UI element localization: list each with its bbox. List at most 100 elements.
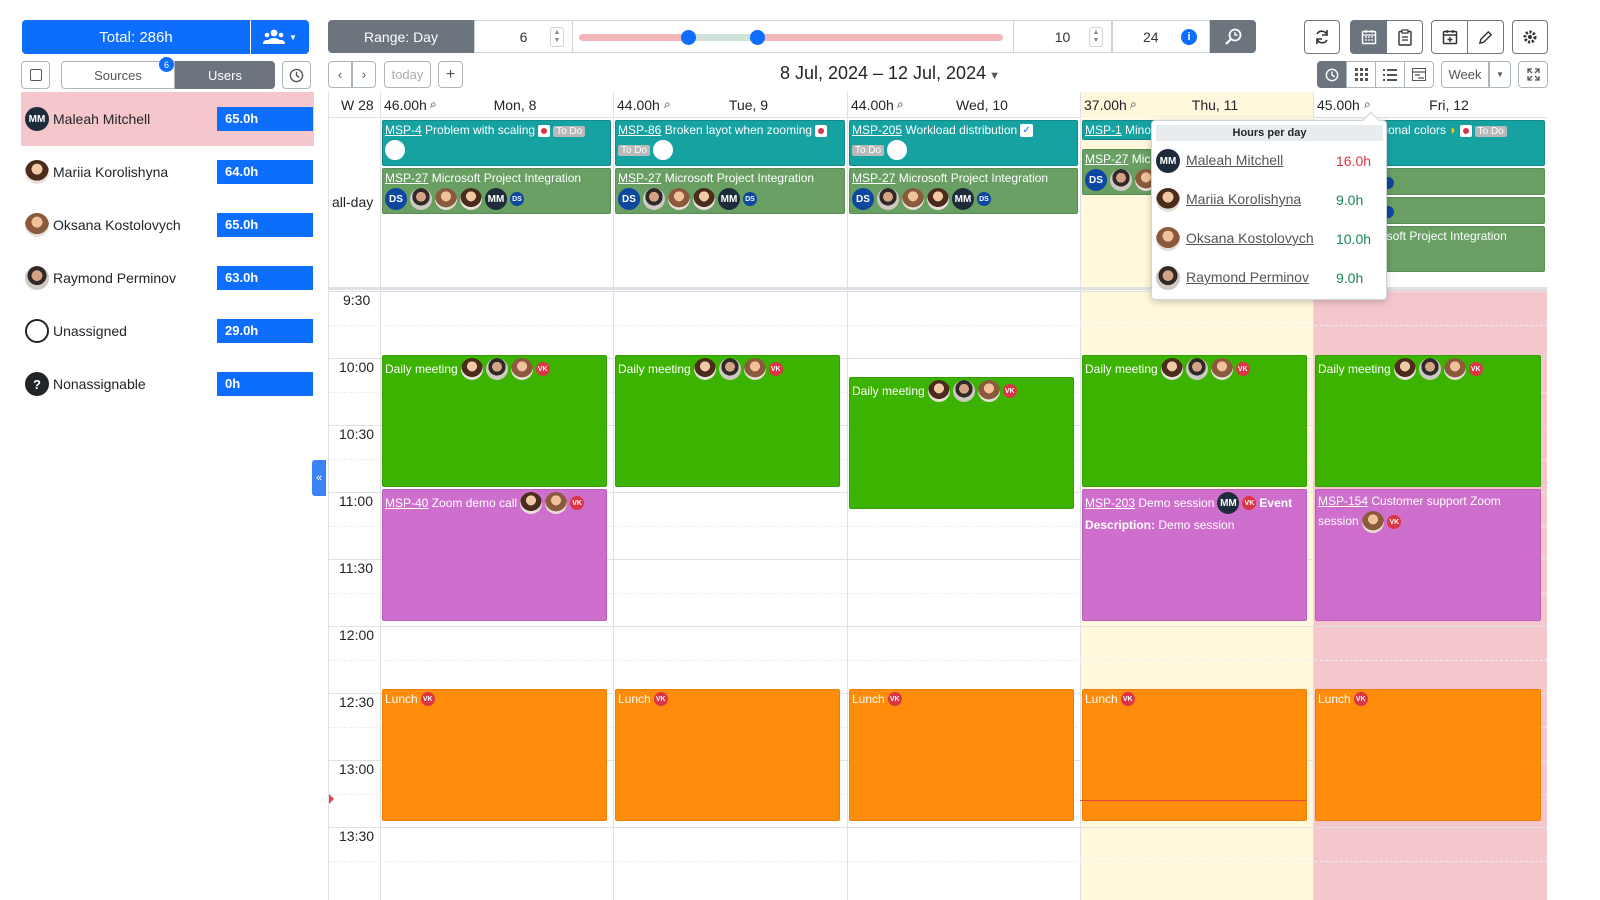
avatar <box>693 188 715 210</box>
issue-key[interactable]: MSP-203 <box>1085 496 1135 510</box>
day-header[interactable]: 44.00h Wed, 10 <box>847 92 1080 118</box>
settings-button[interactable] <box>1512 20 1548 54</box>
workload-button[interactable] <box>1210 20 1256 53</box>
user-link[interactable]: Mariia Korolishyna <box>1186 191 1301 207</box>
period-dropdown[interactable]: ▼ <box>1489 61 1511 88</box>
calendar-event[interactable]: Daily meeting VK <box>382 355 607 487</box>
issue-key[interactable]: MSP-154 <box>1318 494 1368 508</box>
edit-button[interactable] <box>1467 20 1504 54</box>
range-start-stepper[interactable]: 6 ▲ ▼ <box>474 20 573 53</box>
issue-key[interactable]: MSP-27 <box>1085 152 1128 166</box>
workload-icon[interactable]: ⌕ <box>664 97 671 112</box>
user-row[interactable]: Raymond Perminov 63.0h <box>21 251 314 305</box>
gantt-icon <box>1412 68 1426 81</box>
user-row[interactable]: Mariia Korolishyna 64.0h <box>21 145 314 199</box>
next-button[interactable]: › <box>352 61 376 88</box>
range-select[interactable]: Range: Day <box>328 20 474 53</box>
today-button[interactable]: today <box>384 61 431 88</box>
hours-range-slider[interactable] <box>573 20 1013 53</box>
calendar-event[interactable]: MSP-154 Customer support Zoom session VK <box>1315 489 1541 621</box>
avatar: VK <box>1387 515 1402 529</box>
tab-users[interactable]: Users <box>175 61 275 89</box>
calendar-event[interactable]: Daily meeting VK <box>1082 355 1307 487</box>
calendar-event[interactable]: Lunch VK <box>1315 689 1541 821</box>
calendar-view-button[interactable] <box>1350 20 1387 54</box>
issue-key[interactable]: MSP-4 <box>385 123 422 137</box>
day-header[interactable]: 46.00h Mon, 8 <box>380 92 613 118</box>
hours-value: 9.0h <box>1336 270 1364 286</box>
title-text: 8 Jul, 2024 – 12 Jul, 2024 <box>779 63 987 83</box>
total-hours-button[interactable]: Total: 286h <box>22 20 250 54</box>
question-icon: ? <box>25 372 49 396</box>
issue-key[interactable]: MSP-205 <box>852 123 902 137</box>
clipboard-view-button[interactable] <box>1386 20 1423 54</box>
range-low-stepper[interactable]: 10 ▲ ▼ <box>1013 20 1112 53</box>
user-row[interactable]: MM Maleah Mitchell 65.0h <box>21 92 314 146</box>
calendar-event[interactable]: Daily meeting VK <box>849 377 1074 509</box>
collapse-panel-button[interactable]: « <box>312 460 326 496</box>
history-button[interactable] <box>282 61 311 89</box>
group-users-dropdown[interactable]: ▼ <box>251 20 309 54</box>
calendar-event[interactable]: Daily meeting VK <box>615 355 840 487</box>
allday-event[interactable]: MSP-27 Microsoft Project Integration DS … <box>849 168 1078 214</box>
calendar-event[interactable]: MSP-203 Demo session MM VK Event Descrip… <box>1082 489 1307 621</box>
user-row[interactable]: Oksana Kostolovych 65.0h <box>21 198 314 252</box>
date-range-title[interactable]: 8 Jul, 2024 – 12 Jul, 2024 ▼ <box>760 63 1020 84</box>
issue-key[interactable]: MSP-1 <box>1085 123 1122 137</box>
allday-event[interactable]: MSP-27 Microsoft Project Integration DS … <box>382 168 611 214</box>
calendar-event[interactable]: Lunch VK <box>382 689 607 821</box>
allday-event[interactable]: MSP-86 Broken layot when zooming To Do <box>615 120 845 166</box>
slider-handle-high[interactable] <box>750 30 765 45</box>
calendar-event[interactable]: MSP-40 Zoom demo call VK <box>382 489 607 621</box>
calendar-event[interactable]: Lunch VK <box>849 689 1074 821</box>
fullscreen-button[interactable] <box>1518 61 1548 88</box>
spinner-icon[interactable]: ▲ ▼ <box>550 27 564 47</box>
user-row[interactable]: Unassigned 29.0h <box>21 304 314 358</box>
issue-key[interactable]: MSP-27 <box>852 171 895 185</box>
allday-event[interactable]: MSP-27 Microsoft Project Integration DS … <box>615 168 845 214</box>
slider-handle-low[interactable] <box>681 30 696 45</box>
user-row[interactable]: ? Nonassignable 0h <box>21 357 314 411</box>
add-event-button[interactable] <box>1431 20 1468 54</box>
gantt-view-button[interactable] <box>1404 61 1434 88</box>
calendar-event[interactable]: Lunch VK <box>1082 689 1307 821</box>
user-link[interactable]: Oksana Kostolovych <box>1186 230 1314 246</box>
grid-view-button[interactable] <box>1346 61 1376 88</box>
issue-key[interactable]: MSP-27 <box>385 171 428 185</box>
calendar-event[interactable]: Daily meeting VK <box>1315 355 1541 487</box>
rainbow-icon: ◗ <box>1446 123 1457 137</box>
avatar <box>485 358 508 380</box>
allday-event[interactable]: MSP-4 Problem with scaling To Do <box>382 120 611 166</box>
range-high-field[interactable]: 24 i <box>1112 20 1210 53</box>
timeline-view-button[interactable] <box>1317 61 1347 88</box>
avatar <box>927 188 949 210</box>
workload-icon[interactable]: ⌕ <box>430 97 437 112</box>
avatar <box>693 358 716 380</box>
description-text: Demo session <box>1155 518 1235 532</box>
issue-key[interactable]: MSP-86 <box>618 123 661 137</box>
workload-icon[interactable]: ⌕ <box>1364 97 1371 112</box>
event-title: tional colors <box>1382 123 1447 137</box>
allday-event[interactable]: MSP-205 Workload distribution ✓ To Do <box>849 120 1078 166</box>
refresh-button[interactable] <box>1304 20 1340 54</box>
week-header: W 28 46.00h Mon, 8 44.00h Tue, 9 44.00h Wed… <box>329 92 1547 118</box>
period-select[interactable]: Week <box>1441 61 1489 88</box>
user-link[interactable]: Raymond Perminov <box>1186 269 1309 285</box>
workload-icon[interactable]: ⌕ <box>897 97 904 112</box>
info-icon[interactable]: i <box>1181 29 1197 45</box>
tab-sources[interactable]: Sources <box>61 61 175 89</box>
calendar-event[interactable]: Lunch VK <box>615 689 840 821</box>
allday-label: all-day <box>332 194 374 210</box>
day-header[interactable]: 44.00h Tue, 9 <box>613 92 847 118</box>
workload-icon[interactable]: ⌕ <box>1130 97 1137 112</box>
day-header[interactable]: 45.00h Fri, 12 <box>1313 92 1547 118</box>
select-all-checkbox[interactable] <box>21 61 50 89</box>
list-view-button[interactable] <box>1375 61 1405 88</box>
spinner-icon[interactable]: ▲ ▼ <box>1089 27 1103 47</box>
day-header[interactable]: 37.00h Thu, 11 <box>1080 92 1313 118</box>
issue-key[interactable]: MSP-27 <box>618 171 661 185</box>
user-link[interactable]: Maleah Mitchell <box>1186 152 1283 168</box>
add-button[interactable]: + <box>438 61 463 88</box>
issue-key[interactable]: MSP-40 <box>385 496 428 510</box>
prev-button[interactable]: ‹ <box>328 61 352 88</box>
